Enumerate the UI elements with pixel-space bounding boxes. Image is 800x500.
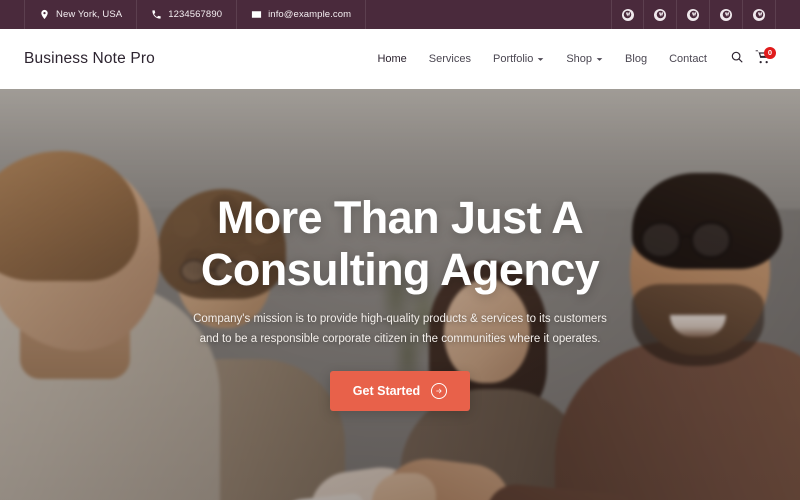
hero-title: More Than Just A Consulting Agency (200, 192, 600, 296)
hero-subtitle: Company's mission is to provide high-qua… (184, 310, 616, 349)
top-bar-social-links (611, 0, 776, 29)
site-header: Business Note Pro Home Services Portfoli… (0, 29, 800, 89)
social-link-2[interactable] (644, 0, 677, 29)
hero-subtitle-line-1: Company's mission is to provide high-qua… (193, 313, 607, 326)
topbar-email[interactable]: info@example.com (237, 0, 367, 29)
wordpress-icon (720, 8, 732, 21)
wordpress-icon (621, 8, 634, 21)
main-navigation: Home Services Portfolio Shop Blog Contac… (366, 46, 776, 72)
cart-count-badge: 0 (764, 47, 776, 59)
arrow-right-circle-icon (431, 383, 448, 400)
nav-item-services[interactable]: Services (418, 53, 482, 65)
hero-section: More Than Just A Consulting Agency Compa… (0, 89, 800, 500)
phone-icon (151, 9, 162, 20)
nav-item-shop[interactable]: Shop (555, 53, 614, 65)
wordpress-icon (654, 8, 666, 21)
cart-button[interactable]: 0 (750, 46, 776, 72)
hero-title-line-2: Consulting Agency (200, 244, 600, 296)
top-bar: New York, USA 1234567890 info@example.co… (0, 0, 800, 29)
search-button[interactable] (724, 46, 750, 72)
map-pin-icon (39, 9, 50, 20)
topbar-phone[interactable]: 1234567890 (137, 0, 238, 29)
page-root: New York, USA 1234567890 info@example.co… (0, 0, 800, 500)
social-link-3[interactable] (677, 0, 710, 29)
get-started-button[interactable]: Get Started (329, 371, 471, 412)
topbar-location[interactable]: New York, USA (24, 0, 138, 29)
nav-item-portfolio[interactable]: Portfolio (482, 53, 555, 65)
nav-item-home-label: Home (377, 53, 407, 65)
envelope-icon (251, 9, 262, 20)
chevron-down-icon (596, 56, 603, 63)
social-link-5[interactable] (743, 0, 776, 29)
nav-item-shop-label: Shop (566, 53, 593, 65)
nav-item-contact[interactable]: Contact (658, 53, 718, 65)
wordpress-icon (753, 8, 765, 21)
topbar-email-label: info@example.com (268, 9, 352, 20)
search-icon (730, 50, 744, 69)
nav-item-blog[interactable]: Blog (614, 53, 658, 65)
site-logo[interactable]: Business Note Pro (24, 50, 155, 68)
top-bar-contacts: New York, USA 1234567890 info@example.co… (0, 0, 367, 29)
nav-item-blog-label: Blog (625, 53, 648, 65)
header-action-icons: 0 (718, 46, 776, 72)
social-link-1[interactable] (611, 0, 644, 29)
topbar-phone-label: 1234567890 (168, 9, 223, 20)
hero-title-line-1: More Than Just A (216, 192, 584, 243)
hero-content: More Than Just A Consulting Agency Compa… (0, 89, 800, 500)
nav-item-portfolio-label: Portfolio (492, 53, 534, 65)
get-started-label: Get Started (352, 384, 421, 399)
topbar-location-label: New York, USA (56, 9, 123, 20)
hero-subtitle-line-2: and to be a responsible corporate citize… (199, 332, 601, 345)
nav-item-services-label: Services (428, 53, 471, 65)
social-link-4[interactable] (710, 0, 743, 29)
top-bar-spacer (366, 0, 611, 29)
chevron-down-icon (537, 56, 544, 63)
wordpress-icon (687, 8, 699, 21)
nav-item-contact-label: Contact (669, 53, 707, 65)
nav-item-home[interactable]: Home (366, 53, 417, 65)
